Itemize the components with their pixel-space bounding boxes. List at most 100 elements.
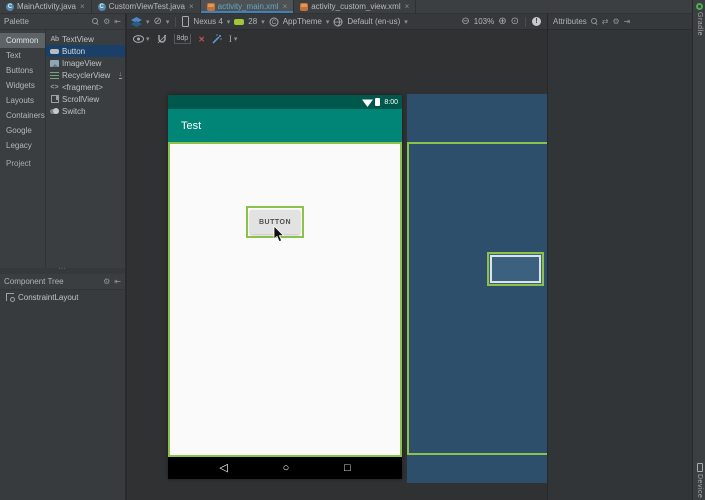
component-tree-header: Component Tree ⚙ ⇤ <box>0 274 125 290</box>
blueprint-button-widget[interactable] <box>487 252 544 286</box>
api-level-selector[interactable]: 28 <box>248 17 257 26</box>
scrollview-icon <box>50 95 59 104</box>
device-explorer-label: Device <box>696 473 703 498</box>
component-tree-title: Component Tree <box>4 277 64 286</box>
theme-selector[interactable]: AppTheme <box>283 17 322 26</box>
java-class-icon: C <box>6 2 14 11</box>
palette-category-buttons[interactable]: Buttons <box>0 63 45 78</box>
search-icon[interactable] <box>92 18 99 25</box>
tab-activity-main-xml[interactable]: activity_main.xml × <box>200 0 295 13</box>
zoom-controls: ⊖ 103% ⊕ ⊙ ! <box>461 16 541 27</box>
search-icon[interactable] <box>590 18 598 25</box>
tab-activity-custom-view-xml[interactable]: activity_custom_view.xml × <box>294 0 417 13</box>
hide-panel-icon[interactable]: ⇤ <box>114 277 121 286</box>
palette: Common Text Buttons Widgets Layouts Cont… <box>0 30 125 268</box>
palette-item-label: Switch <box>62 106 86 116</box>
constraintlayout-canvas[interactable]: BUTTON <box>168 142 402 457</box>
orientation-icon[interactable]: ⊘ <box>154 16 162 27</box>
design-surface-mode-icon[interactable] <box>131 16 142 27</box>
gear-icon[interactable]: ⚙ <box>103 17 110 26</box>
status-bar: 8:00 <box>168 95 402 109</box>
palette-category-containers[interactable]: Containers <box>0 108 45 123</box>
tab-main-activity[interactable]: C MainActivity.java × <box>0 0 92 13</box>
palette-item-button[interactable]: Button <box>46 45 125 57</box>
tab-label: CustomViewTest.java <box>108 2 185 11</box>
locale-selector[interactable]: Default (en-us) <box>347 17 400 26</box>
palette-item-fragment[interactable]: <> <fragment> <box>46 81 125 93</box>
close-icon[interactable]: × <box>283 2 288 11</box>
gradle-tool-button[interactable]: Gradle <box>693 3 705 36</box>
pack-selector[interactable]: I ▾ <box>229 34 238 44</box>
palette-item-textview[interactable]: Ab TextView <box>46 33 125 45</box>
gear-icon[interactable]: ⚙ <box>103 277 110 286</box>
close-icon[interactable]: × <box>405 2 410 11</box>
palette-item-label: TextView <box>62 34 94 44</box>
autoconnect-magnet-icon[interactable] <box>157 34 167 44</box>
nav-back-icon: ◁ <box>219 461 228 474</box>
java-class-icon: C <box>97 2 106 11</box>
blueprint-constraintlayout-outline[interactable] <box>407 142 547 455</box>
nav-home-icon: ○ <box>282 461 290 474</box>
palette-item-label: RecyclerView <box>62 70 111 80</box>
palette-category-layouts[interactable]: Layouts <box>0 93 45 108</box>
divider <box>525 16 526 27</box>
zoom-level: 103% <box>473 17 495 26</box>
navigation-bar: ◁ ○ □ <box>168 457 402 479</box>
nav-recents-icon: □ <box>343 461 351 474</box>
close-icon[interactable]: × <box>189 2 194 11</box>
imageview-icon <box>50 59 59 68</box>
close-icon[interactable]: × <box>80 2 85 11</box>
zoom-fit-icon[interactable]: ⊙ <box>511 16 519 27</box>
attributes-title: Attributes <box>553 17 587 26</box>
palette-category-common[interactable]: Common <box>0 33 45 48</box>
project-label[interactable]: Project <box>0 156 45 171</box>
palette-items: Ab TextView Button ImageView RecyclerVie… <box>46 30 125 268</box>
palette-category-widgets[interactable]: Widgets <box>0 78 45 93</box>
palette-header: Palette ⚙ ⇤ <box>0 14 125 30</box>
palette-category-google[interactable]: Google <box>0 123 45 138</box>
right-tool-strip: Gradle Device <box>692 0 705 500</box>
palette-category-text[interactable]: Text <box>0 48 45 63</box>
hide-panel-icon[interactable]: ⇤ <box>114 17 121 26</box>
ibeam-icon: I <box>228 34 232 44</box>
default-margins-button[interactable]: 8dp <box>173 34 192 44</box>
layout-xml-file-icon <box>206 2 215 11</box>
device-phone-icon <box>182 16 190 27</box>
zoom-out-icon[interactable]: ⊖ <box>461 16 469 27</box>
palette-item-label: <fragment> <box>62 82 103 92</box>
tab-label: activity_main.xml <box>217 2 279 11</box>
chevron-down-icon: ▾ <box>233 36 238 43</box>
tab-custom-view-test[interactable]: C CustomViewTest.java × <box>92 0 201 13</box>
constraint-toolbar: ▾ 8dp ✕ I ▾ <box>127 30 547 48</box>
palette-category-legacy[interactable]: Legacy <box>0 138 45 153</box>
status-time: 8:00 <box>384 98 398 106</box>
hide-panel-icon[interactable]: ⇥ <box>624 17 631 26</box>
attributes-header: Attributes ⇄ ⚙ ⇥ <box>548 14 692 30</box>
design-view-phone: 8:00 Test BUTTON ◁ ○ □ <box>168 95 402 479</box>
theme-icon: C <box>269 17 279 26</box>
view-options-button[interactable]: ▾ <box>133 35 150 43</box>
device-selector[interactable]: Nexus 4 <box>193 17 222 26</box>
button-icon <box>50 47 59 56</box>
palette-item-imageview[interactable]: ImageView <box>46 57 125 69</box>
palette-item-recyclerview[interactable]: RecyclerView ↓ <box>46 69 125 81</box>
device-explorer-tool-button[interactable]: Device <box>693 462 705 498</box>
swap-view-icon[interactable]: ⇄ <box>602 17 609 26</box>
infer-constraints-wand-icon[interactable] <box>212 34 222 44</box>
gear-icon[interactable]: ⚙ <box>613 17 620 26</box>
zoom-in-icon[interactable]: ⊕ <box>498 16 506 27</box>
design-toolbar: ▾ ⊘ ▾ Nexus 4 ▾ 28 ▾ C AppTheme ▾ Defaul… <box>127 14 547 30</box>
clear-constraints-icon[interactable]: ✕ <box>198 35 205 44</box>
download-icon[interactable]: ↓ <box>118 71 122 79</box>
locale-globe-icon <box>333 17 343 26</box>
render-errors-icon[interactable]: ! <box>532 17 541 26</box>
editor-tab-bar: C MainActivity.java × C CustomViewTest.j… <box>0 0 692 14</box>
divider <box>175 16 177 27</box>
palette-item-scrollview[interactable]: ScrollView <box>46 93 125 105</box>
palette-item-switch[interactable]: Switch <box>46 105 125 117</box>
tree-item-constraintlayout[interactable]: ConstraintLayout <box>0 290 125 304</box>
app-bar: Test <box>168 109 402 142</box>
gradle-label: Gradle <box>696 12 703 37</box>
recyclerview-icon <box>50 71 59 80</box>
palette-item-label: ScrollView <box>62 94 100 104</box>
